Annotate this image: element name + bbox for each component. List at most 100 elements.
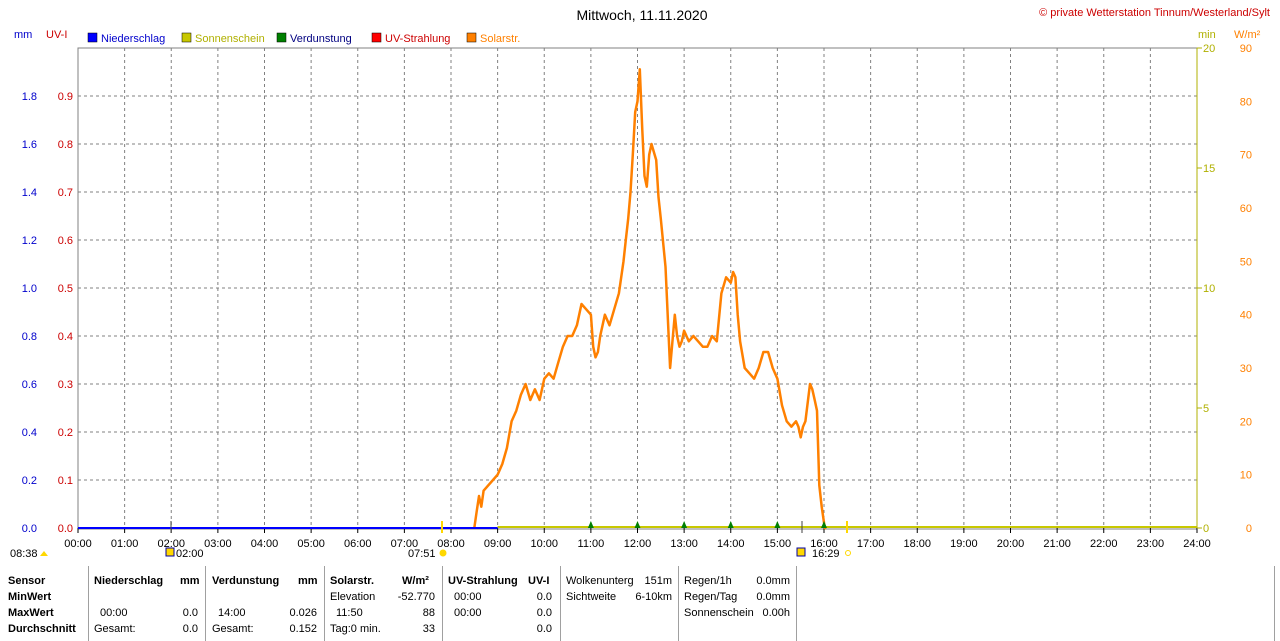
dawn-icon <box>439 549 447 557</box>
sunrise-icon <box>40 551 48 556</box>
y-tick-label-mm: 0.8 <box>22 331 37 343</box>
y-tick-label-uv: 0.2 <box>58 427 73 439</box>
legend-swatch <box>466 32 477 43</box>
regen-tag-val: 0.0mm <box>756 591 790 603</box>
solar-max-time: 11:50 <box>336 607 363 619</box>
y-tick-label-uv: 0.4 <box>58 331 73 343</box>
legend-label: Niederschlag <box>101 33 165 45</box>
regen-1h-val: 0.0mm <box>756 575 790 587</box>
x-tick-label: 01:00 <box>111 538 139 550</box>
moonrise-time: 16:29 <box>812 548 840 560</box>
divider <box>88 566 89 641</box>
divider <box>560 566 561 641</box>
y-tick-label-uv: 0.3 <box>58 379 73 391</box>
solar-tag-label: Tag:0 min. <box>330 623 381 635</box>
uv-unit: UV-I <box>528 575 550 587</box>
weather-chart: Mittwoch, 11.11.2020 © private Wettersta… <box>10 7 1270 560</box>
sunset-icon <box>845 550 851 556</box>
y-tick-label-wm2: 30 <box>1240 363 1252 375</box>
x-tick-label: 19:00 <box>950 538 978 550</box>
y-tick-label-uv: 0.9 <box>58 91 73 103</box>
verdunstung-max-val: 0.026 <box>289 607 317 619</box>
x-tick-label: 08:00 <box>437 538 465 550</box>
niederschlag-header: Niederschlag <box>94 575 164 587</box>
moonrise-icon <box>796 547 806 557</box>
x-tick-label: 21:00 <box>1043 538 1071 550</box>
unit-mm-label: mm <box>14 29 32 41</box>
y-tick-label-wm2: 40 <box>1240 310 1252 322</box>
verdunstung-header: Verdunstung <box>212 575 280 587</box>
moonset-time: 02:00 <box>176 548 204 560</box>
row-label-durchschnitt: Durchschnitt <box>8 623 76 635</box>
solar-header: Solarstr. <box>330 575 375 587</box>
x-tick-label: 09:00 <box>484 538 512 550</box>
legend-swatch <box>181 32 192 43</box>
verdunstung-gesamt-val: 0.152 <box>289 623 317 635</box>
y-tick-label-mm: 0.4 <box>22 427 37 439</box>
unit-wm2-label: W/m² <box>1234 29 1261 41</box>
y-tick-label-min: 5 <box>1203 403 1209 415</box>
x-tick-label: 10:00 <box>530 538 558 550</box>
x-tick-label: 06:00 <box>344 538 372 550</box>
y-tick-label-uv: 0.0 <box>58 523 73 535</box>
uv-header: UV-Strahlung <box>448 575 518 587</box>
niederschlag-gesamt-val: 0.0 <box>182 623 198 635</box>
solar-avg-val: 33 <box>422 623 435 635</box>
x-tick-label: 14:00 <box>717 538 745 550</box>
stats-table: Sensor MinWert MaxWert Durchschnitt Nied… <box>0 566 1280 641</box>
solar-unit: W/m² <box>402 575 429 587</box>
legend-swatch <box>371 32 382 43</box>
y-tick-label-wm2: 0 <box>1246 523 1252 535</box>
y-tick-label-wm2: 80 <box>1240 96 1252 108</box>
dawn-time: 07:51 <box>408 548 436 560</box>
sunrise-time: 08:38 <box>10 548 38 560</box>
x-tick-label: 23:00 <box>1137 538 1165 550</box>
verdunstung-gesamt-label: Gesamt: <box>212 623 254 635</box>
sonnenschein-val: 0.00h <box>762 607 790 619</box>
x-tick-label: 18:00 <box>903 538 931 550</box>
x-tick-label: 24:00 <box>1183 538 1211 550</box>
niederschlag-unit: mm <box>180 575 200 587</box>
sichtweite-label: Sichtweite <box>566 591 617 603</box>
y-tick-label-uv: 0.5 <box>58 283 73 295</box>
y-tick-label-mm: 1.8 <box>22 91 37 103</box>
x-tick-label: 15:00 <box>764 538 792 550</box>
niederschlag-max-val: 0.0 <box>182 607 198 619</box>
divider <box>1274 566 1275 641</box>
y-tick-label-wm2: 60 <box>1240 203 1252 215</box>
moonset-icon <box>165 547 175 557</box>
x-tick-label: 12:00 <box>624 538 652 550</box>
solar-max-val: 88 <box>422 607 435 619</box>
regen-1h-label: Regen/1h <box>684 575 732 587</box>
verdunstung-unit: mm <box>298 575 318 587</box>
verdunstung-max-time: 14:00 <box>218 607 246 619</box>
solar-elevation-label: Elevation <box>330 591 376 603</box>
niederschlag-gesamt-label: Gesamt: <box>94 623 136 635</box>
y-tick-label-uv: 0.7 <box>58 187 73 199</box>
legend-label: UV-Strahlung <box>385 33 450 45</box>
y-tick-label-mm: 1.2 <box>22 235 37 247</box>
x-tick-label: 03:00 <box>204 538 232 550</box>
y-tick-label-uv: 0.8 <box>58 139 73 151</box>
uv-min-time: 00:00 <box>454 591 482 603</box>
y-tick-label-min: 10 <box>1203 283 1215 295</box>
x-tick-label: 04:00 <box>251 538 279 550</box>
unit-min-label: min <box>1198 29 1216 41</box>
divider <box>442 566 443 641</box>
chart-title: Mittwoch, 11.11.2020 <box>576 7 707 23</box>
uv-max-val: 0.0 <box>536 607 552 619</box>
divider <box>324 566 325 641</box>
x-tick-label: 22:00 <box>1090 538 1118 550</box>
y-tick-label-mm: 1.4 <box>22 187 37 199</box>
x-tick-label: 11:00 <box>578 538 605 550</box>
y-tick-label-wm2: 20 <box>1240 416 1252 428</box>
legend: Niederschlag Sonnenschein Verdunstung UV-St… <box>87 32 520 45</box>
legend-label: Solarstr. <box>480 33 520 45</box>
y-tick-label-mm: 1.0 <box>22 283 37 295</box>
y-tick-label-min: 15 <box>1203 163 1215 175</box>
x-tick-label: 17:00 <box>857 538 885 550</box>
y-tick-label-uv: 0.1 <box>58 475 73 487</box>
sichtweite-val: 6-10km <box>635 591 672 603</box>
legend-swatch <box>276 32 287 43</box>
wolken-val: 151m <box>644 575 672 587</box>
